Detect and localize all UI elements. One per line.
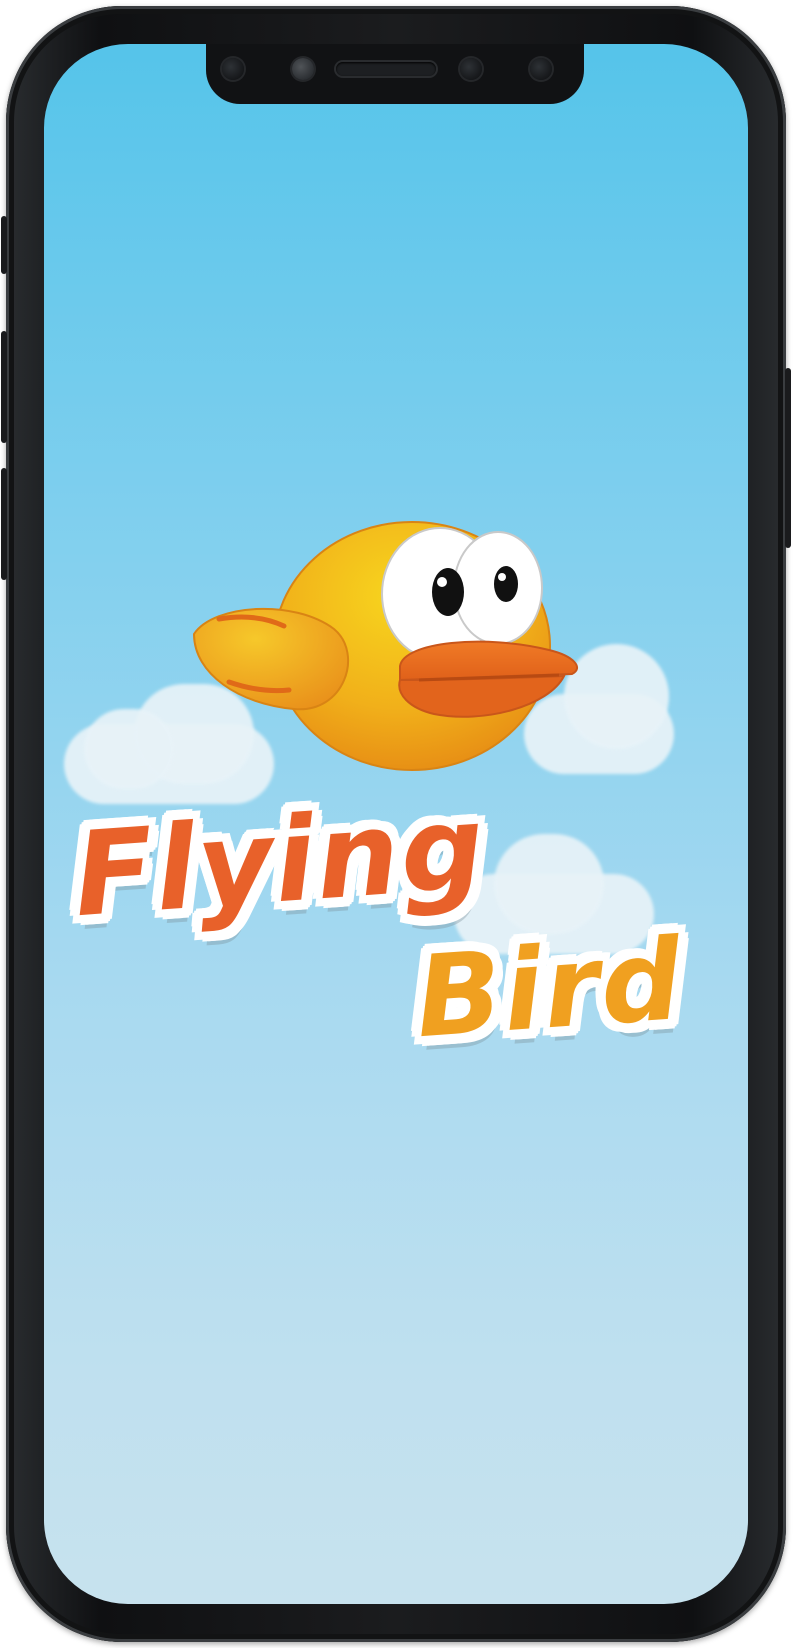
front-camera-icon: [460, 58, 482, 80]
bird-beak: [398, 640, 578, 718]
side-button-power: [785, 368, 791, 548]
side-button-mute: [1, 216, 7, 274]
proximity-sensor-icon: [530, 58, 552, 80]
title-line-2: Bird: [411, 914, 689, 1064]
earpiece-speaker: [336, 62, 436, 76]
camera-notch: [206, 44, 584, 104]
title-line-1: Flying: [69, 779, 491, 944]
side-button-volume-down: [1, 468, 7, 580]
game-title: Flying Bird: [64, 774, 744, 1094]
bird-wing: [192, 607, 350, 711]
sensor-icon: [292, 58, 314, 80]
game-screen[interactable]: Flying Bird: [44, 44, 748, 1604]
side-button-volume-up: [1, 331, 7, 443]
phone-device: Flying Bird: [1, 6, 791, 1642]
camera-lens-icon: [222, 58, 244, 80]
